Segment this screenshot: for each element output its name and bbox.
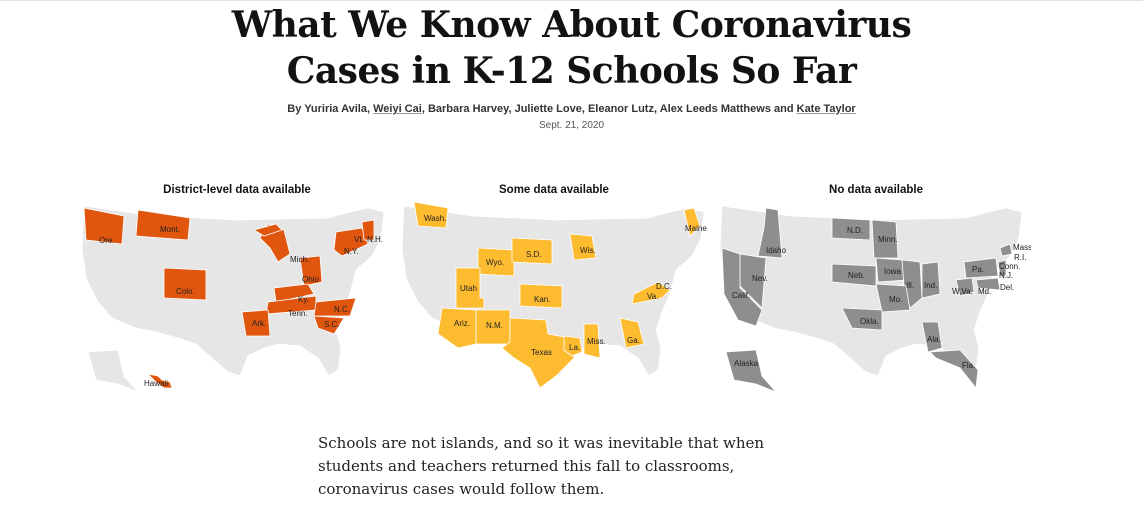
article-body-paragraph: Schools are not islands, and so it was i… [318, 434, 765, 498]
label-ny: N.Y. [344, 247, 359, 256]
label-utah: Utah [460, 284, 477, 293]
byline-separator: and [770, 103, 797, 115]
author-link[interactable]: Kate Taylor [797, 103, 856, 115]
label-wva: W.Va. [952, 287, 973, 296]
publish-date: Sept. 21, 2020 [538, 120, 605, 131]
label-wash: Wash. [424, 214, 446, 223]
author-name: Yuriria Avila [304, 103, 367, 115]
byline: By Yuriria Avila, Weiyi Cai, Barbara Har… [0, 103, 1143, 115]
label-ky: Ky. [298, 295, 309, 304]
label-sc: S.C. [324, 320, 340, 329]
label-ala: Ala. [927, 335, 941, 344]
label-mo: Mo. [889, 295, 902, 304]
author-link[interactable]: Weiyi Cai [373, 103, 422, 115]
map-district-level: Ore. Mont. Colo. Mich. Ohio Ky. Tenn. Ar… [81, 205, 385, 393]
label-ore: Ore. [99, 236, 115, 245]
map-no-data: N.D. Minn. Idaho Nev. Calif. Neb. Iowa I… [719, 205, 1031, 393]
label-calif: Calif. [732, 291, 750, 300]
state-arizona [437, 307, 477, 349]
alaska-shape [87, 349, 139, 393]
label-ri: R.I. [1014, 253, 1026, 262]
label-neb: Neb. [848, 271, 865, 280]
label-okla: Okla. [860, 317, 879, 326]
label-alaska: Alaska [734, 359, 759, 368]
author-name: Barbara Harvey [427, 103, 509, 115]
label-mass: Mass. [1013, 243, 1031, 252]
map-title-none: No data available [829, 184, 923, 196]
state-alaska [725, 349, 777, 393]
label-iowa: Iowa [884, 267, 901, 276]
label-nh: N.H. [367, 235, 383, 244]
label-ohio: Ohio [302, 275, 319, 284]
label-conn: Conn. [999, 262, 1020, 271]
label-minn: Minn. [878, 235, 898, 244]
label-sd: S.D. [526, 250, 542, 259]
label-mich: Mich. [290, 255, 309, 264]
state-indiana [921, 261, 941, 299]
label-va: Va. [647, 292, 658, 301]
headline: What We Know About Coronavirus Cases in … [0, 2, 1143, 94]
label-ill: Ill. [906, 281, 914, 290]
label-texas: Texas [531, 348, 552, 357]
label-la: La. [569, 343, 580, 352]
label-ga: Ga. [627, 336, 640, 345]
label-pa: Pa. [972, 265, 984, 274]
label-nj: N.J. [999, 271, 1013, 280]
label-md: Md. [978, 287, 991, 296]
map-some-data: Wash. Wyo. S.D. Utah Kan. Ariz. N.M. Tex… [401, 201, 707, 389]
map-title-district: District-level data available [163, 184, 311, 196]
label-ark: Ark. [252, 319, 266, 328]
author-name: Alex Leeds Matthews [659, 103, 771, 115]
label-miss: Miss. [587, 337, 606, 346]
label-nev: Nev. [752, 274, 768, 283]
top-rule [0, 0, 1143, 1]
label-kan: Kan. [534, 295, 550, 304]
author-name: Eleanor Lutz [587, 103, 654, 115]
label-mont: Mont. [160, 225, 180, 234]
label-ind: Ind. [924, 281, 937, 290]
label-wis: Wis. [580, 246, 596, 255]
label-nm: N.M. [486, 321, 503, 330]
label-tenn: Tenn. [288, 309, 308, 318]
label-fla: Fla. [962, 361, 975, 370]
label-vt: Vt. [354, 235, 364, 244]
author-name: Juliette Love [514, 103, 582, 115]
label-hawaii: Hawaii [144, 379, 168, 388]
headline-line-1: What We Know About Coronavirus [231, 4, 912, 46]
map-title-some: Some data available [499, 184, 609, 196]
label-nd: N.D. [847, 226, 863, 235]
label-wyo: Wyo. [486, 258, 504, 267]
label-maine: Maine [685, 224, 707, 233]
byline-prefix: By [287, 103, 305, 115]
headline-line-2: Cases in K-12 Schools So Far [286, 50, 857, 92]
label-ariz: Ariz. [454, 319, 470, 328]
label-colo: Colo. [176, 287, 195, 296]
label-nc: N.C. [334, 305, 350, 314]
label-del: Del. [1000, 283, 1014, 292]
label-dc: D.C. [656, 282, 672, 291]
label-idaho: Idaho [766, 246, 787, 255]
